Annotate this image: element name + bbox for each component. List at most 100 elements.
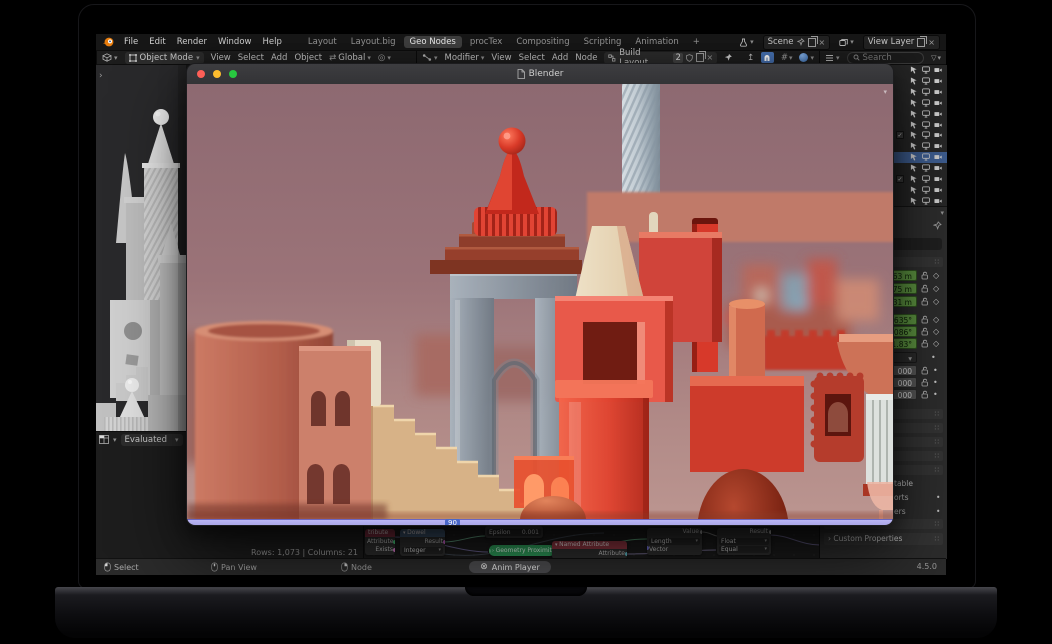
tab-geo-nodes[interactable]: Geo Nodes	[404, 36, 462, 48]
node-compare[interactable]: Result Float▾ Equal▾	[717, 528, 771, 555]
vp-menu-object[interactable]: Object	[294, 53, 322, 63]
vp-menu-view[interactable]: View	[211, 53, 231, 63]
view-layer-selector[interactable]: View Layer ×	[863, 35, 940, 50]
monitor-icon[interactable]	[922, 142, 930, 150]
render-window[interactable]: Blender	[186, 63, 894, 526]
ne-menu-select[interactable]: Select	[519, 53, 545, 63]
dataset-dropdown[interactable]: Evaluated▾	[121, 434, 183, 446]
pointer-icon[interactable]	[910, 197, 918, 205]
pointer-icon[interactable]	[910, 142, 918, 150]
timeline-strip[interactable]: 90	[187, 519, 893, 526]
pointer-icon[interactable]	[910, 153, 918, 161]
snap-target-dropdown[interactable]: #▾	[781, 53, 793, 63]
camera-icon[interactable]	[934, 153, 942, 161]
lock-icon[interactable]	[921, 366, 929, 375]
fake-user-shield-icon[interactable]	[686, 54, 693, 62]
viewport-sidebar-toggle[interactable]: ›	[99, 71, 103, 81]
snapping-magnet-icon[interactable]	[761, 52, 774, 63]
monitor-icon[interactable]	[922, 99, 930, 107]
outliner-checkbox[interactable]: ✓	[896, 131, 904, 139]
ne-menu-add[interactable]: Add	[552, 53, 568, 63]
new-node-tree-icon[interactable]	[696, 53, 704, 62]
node-geometry-proximity[interactable]: › Geometry Proximity	[489, 545, 555, 556]
monitor-icon[interactable]	[922, 110, 930, 118]
pin-node-tree-icon[interactable]	[724, 53, 733, 62]
tab-proctex[interactable]: procTex	[464, 36, 508, 48]
overlays-dropdown[interactable]: ▾	[799, 53, 814, 62]
menu-file[interactable]: File	[123, 37, 139, 47]
pointer-icon[interactable]	[910, 66, 918, 74]
lock-icon[interactable]	[921, 378, 929, 387]
node-named-attribute[interactable]: ▾ Named Attribute Attribute	[552, 541, 627, 558]
pointer-icon[interactable]	[910, 99, 918, 107]
object-mode-dropdown[interactable]: Object Mode ▾	[125, 52, 204, 64]
node-epsilon[interactable]: Epsilon0.001	[485, 526, 543, 538]
camera-icon[interactable]	[934, 131, 942, 139]
pointer-icon[interactable]	[910, 110, 918, 118]
camera-icon[interactable]	[934, 77, 942, 85]
unlink-scene-icon[interactable]: ×	[819, 38, 826, 47]
camera-icon[interactable]	[934, 121, 942, 129]
node-display-mode-dropdown[interactable]: Modifier ▾	[445, 53, 485, 63]
viewport-3d[interactable]: ›	[96, 65, 186, 431]
lock-icon[interactable]	[921, 315, 929, 324]
monitor-icon[interactable]	[922, 197, 930, 205]
monitor-icon[interactable]	[922, 175, 930, 183]
node-tree-selector[interactable]: Build Layout 2 ×	[604, 52, 717, 64]
node-attribute-partial[interactable]: tribute Attribute Exists	[365, 529, 395, 555]
pivot-point-dropdown[interactable]: ◎▾	[378, 53, 391, 63]
pointer-icon[interactable]	[910, 175, 918, 183]
monitor-icon[interactable]	[922, 131, 930, 139]
properties-dropdown-chevron[interactable]: ▾	[940, 209, 944, 217]
tab-animation[interactable]: Animation	[629, 36, 684, 48]
properties-pin-icon[interactable]	[933, 221, 942, 230]
camera-icon[interactable]	[934, 186, 942, 194]
tab-layout[interactable]: Layout	[302, 36, 343, 48]
keyframe-diamond-icon[interactable]: ◇	[933, 315, 939, 324]
tab-layout-big[interactable]: Layout.big	[345, 36, 402, 48]
keyframe-dot-icon[interactable]: •	[936, 493, 940, 502]
keyframe-dot-icon[interactable]: •	[936, 507, 940, 516]
scene-browse-dropdown[interactable]: ▾	[739, 38, 754, 47]
pointer-icon[interactable]	[910, 164, 918, 172]
outliner-display-mode-dropdown[interactable]: ▾	[825, 54, 840, 62]
node-length[interactable]: Value Length▾ Vector	[647, 528, 702, 555]
lock-icon[interactable]	[921, 271, 929, 280]
pointer-icon[interactable]	[910, 88, 918, 96]
node-dowel[interactable]: ▾ Dowel Result Integer▾	[400, 529, 445, 556]
remove-view-layer-icon[interactable]: ×	[928, 38, 935, 47]
menu-window[interactable]: Window	[217, 37, 253, 47]
filter-dropdown[interactable]: ▽▾	[931, 54, 941, 62]
transform-orientation-dropdown[interactable]: ⇄ Global ▾	[329, 53, 371, 63]
keyframe-dot-icon[interactable]: •	[931, 353, 936, 362]
scene-selector[interactable]: Scene ×	[763, 35, 831, 50]
menu-edit[interactable]: Edit	[148, 37, 166, 47]
lock-icon[interactable]	[921, 390, 929, 399]
window-titlebar[interactable]: Blender	[187, 64, 893, 84]
pointer-icon[interactable]	[910, 186, 918, 194]
monitor-icon[interactable]	[922, 164, 930, 172]
vp-menu-add[interactable]: Add	[271, 53, 287, 63]
ne-menu-view[interactable]: View	[491, 53, 511, 63]
camera-icon[interactable]	[934, 142, 942, 150]
camera-icon[interactable]	[934, 110, 942, 118]
pointer-icon[interactable]	[910, 131, 918, 139]
keyframe-dot-icon[interactable]: •	[933, 366, 938, 375]
outliner-search-input[interactable]: Search	[847, 52, 925, 64]
tab-compositing[interactable]: Compositing	[510, 36, 575, 48]
spreadsheet-editor-icon[interactable]	[99, 435, 109, 444]
camera-icon[interactable]	[934, 99, 942, 107]
render-region-chevron[interactable]: ▾	[883, 88, 887, 96]
editor-type-viewport-dropdown[interactable]: ▾	[102, 53, 118, 62]
user-count-badge[interactable]: 2	[673, 53, 682, 63]
monitor-icon[interactable]	[922, 186, 930, 194]
compare-op-dropdown[interactable]: Equal▾	[719, 546, 769, 553]
lock-icon[interactable]	[921, 284, 929, 293]
camera-icon[interactable]	[934, 88, 942, 96]
frame-playhead-badge[interactable]: 90	[445, 519, 460, 526]
monitor-icon[interactable]	[922, 153, 930, 161]
monitor-icon[interactable]	[922, 121, 930, 129]
camera-icon[interactable]	[934, 66, 942, 74]
parent-snap-icon[interactable]: ↥	[747, 53, 754, 63]
monitor-icon[interactable]	[922, 66, 930, 74]
